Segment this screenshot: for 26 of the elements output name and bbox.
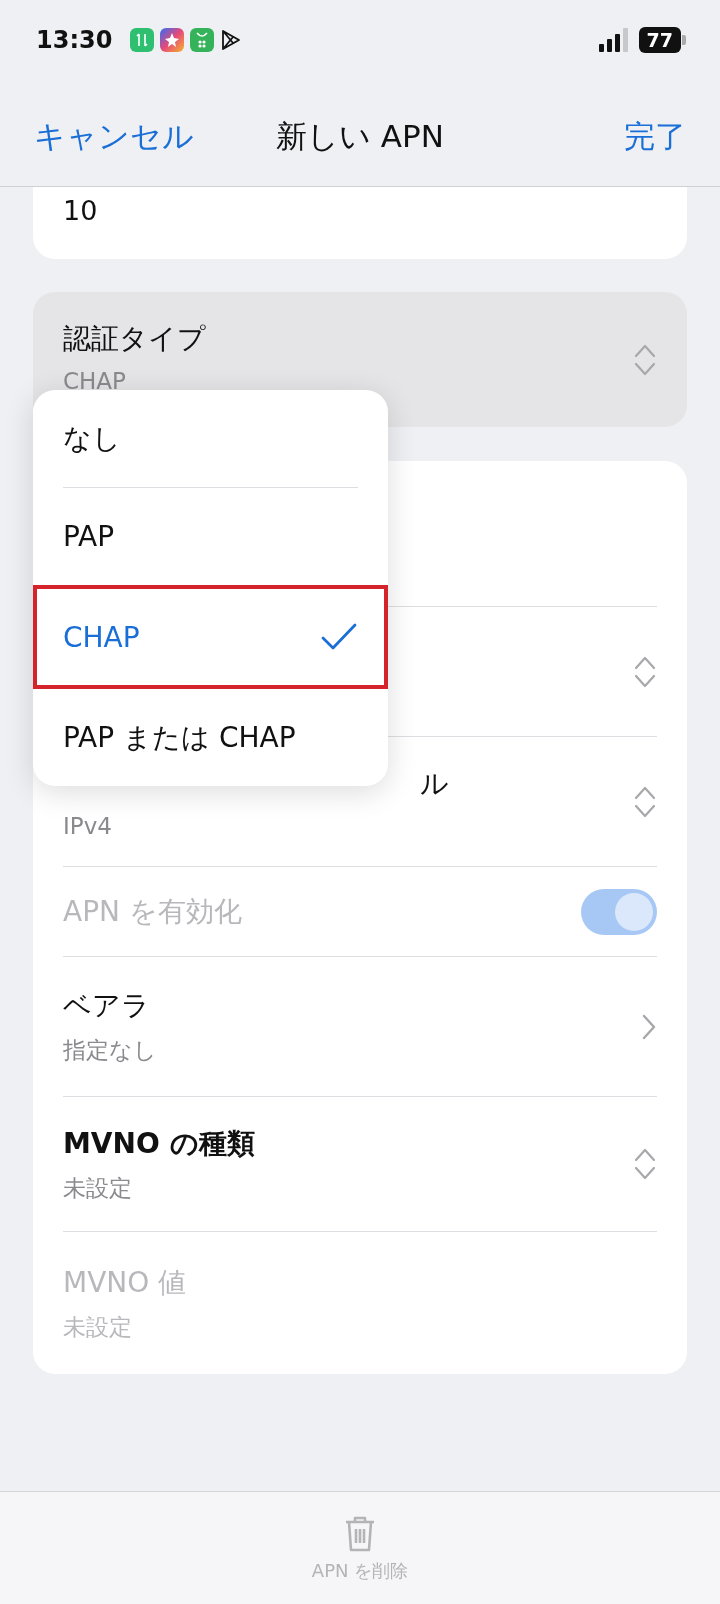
play-store-icon xyxy=(220,28,243,52)
field-value: 10 xyxy=(63,195,98,226)
row-label: MVNO の種類 xyxy=(63,1125,255,1162)
done-button[interactable]: 完了 xyxy=(624,116,686,158)
chevron-right-icon xyxy=(641,1012,657,1041)
app-icon xyxy=(190,28,215,52)
row-label: ル xyxy=(420,765,449,802)
cancel-button[interactable]: キャンセル xyxy=(34,116,194,158)
screen-title: 新しい APN xyxy=(276,118,444,154)
row-value: 未設定 xyxy=(63,1312,132,1342)
row-label: ベアラ xyxy=(63,988,150,1024)
menu-item[interactable]: CHAP xyxy=(33,585,388,689)
menu-item[interactable]: PAP または CHAP xyxy=(33,689,388,786)
battery-level: 77 xyxy=(638,27,681,53)
menu-item[interactable]: PAP xyxy=(33,488,388,585)
row-label: APN を有効化 xyxy=(63,893,242,930)
row-value: 指定なし xyxy=(63,1036,157,1065)
checkmark-icon xyxy=(320,622,358,652)
status-time: 13:30 xyxy=(36,26,113,54)
signal-icon xyxy=(598,28,629,52)
row-label: 認証タイプ xyxy=(63,321,206,357)
app-icon xyxy=(160,28,185,52)
app-icon xyxy=(130,28,155,52)
row-value: 未設定 xyxy=(63,1173,132,1203)
row-label: MVNO 値 xyxy=(63,1264,187,1301)
row-value: IPv4 xyxy=(63,812,112,839)
